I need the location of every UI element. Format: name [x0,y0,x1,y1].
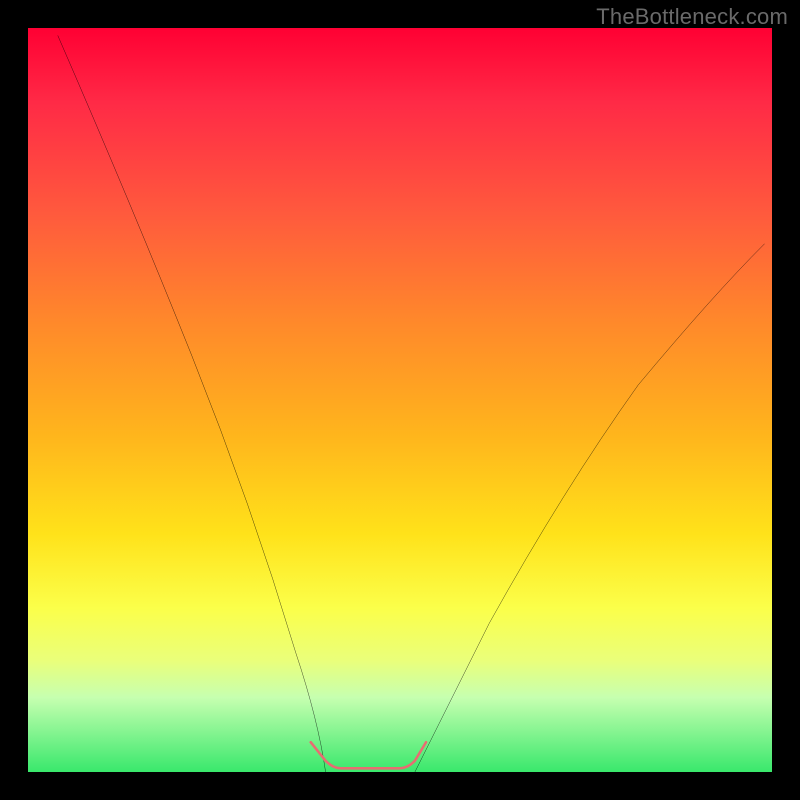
left-curve [58,35,326,772]
plot-area [28,28,772,772]
chart-frame: TheBottleneck.com [0,0,800,800]
curves-layer [28,28,772,772]
right-curve [415,244,765,772]
bottom-band [311,742,426,768]
watermark-text: TheBottleneck.com [596,4,788,30]
